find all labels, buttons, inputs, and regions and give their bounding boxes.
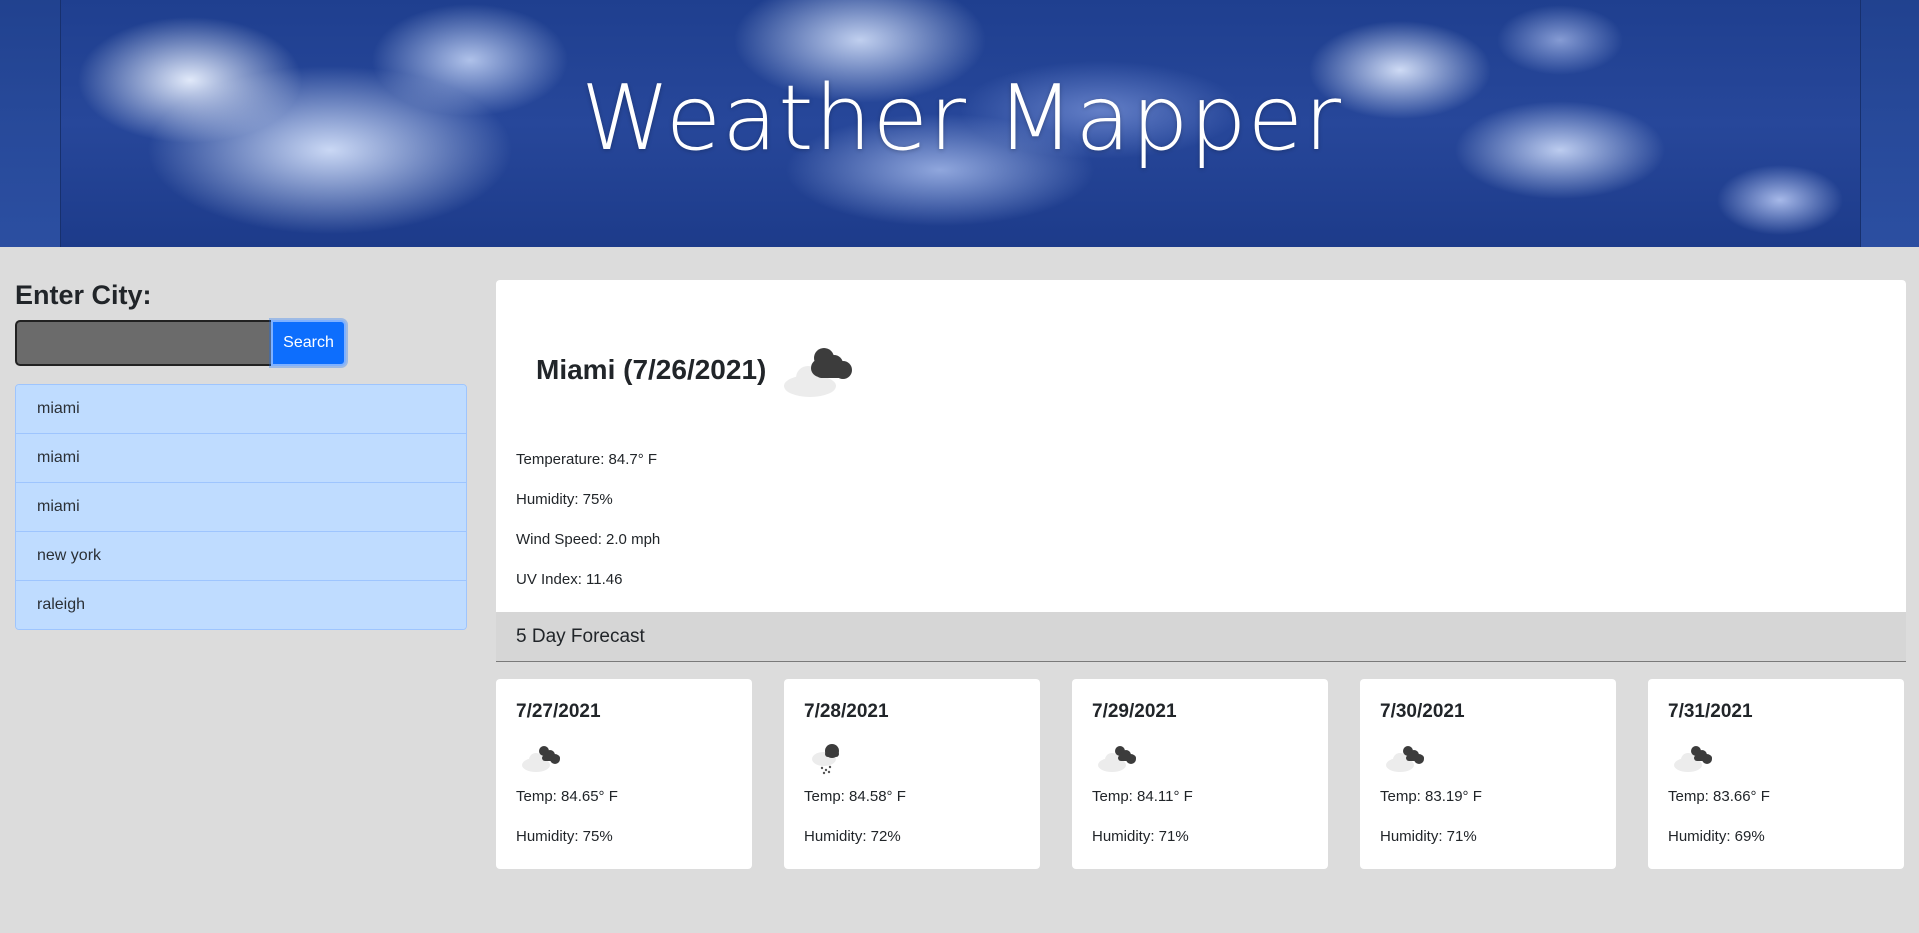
- history-item[interactable]: miami: [16, 483, 466, 532]
- forecast-date: 7/27/2021: [516, 701, 601, 722]
- search-button[interactable]: Search: [271, 320, 346, 366]
- forecast-card: 7/29/2021 Temp: 84.11° F Humidity: 71%: [1072, 679, 1328, 869]
- current-weather-header: Miami (7/26/2021): [536, 340, 856, 400]
- current-weather-panel: Miami (7/26/2021) Temperature: 84.7° F H…: [496, 280, 1906, 612]
- forecast-heading: 5 Day Forecast: [516, 626, 645, 647]
- search-form: Search: [15, 320, 346, 366]
- forecast-date: 7/28/2021: [804, 701, 889, 722]
- history-item[interactable]: miami: [16, 434, 466, 483]
- forecast-humidity: Humidity: 72%: [804, 828, 901, 845]
- forecast-humidity: Humidity: 75%: [516, 828, 613, 845]
- current-uv-index: UV Index: 11.46: [516, 571, 623, 588]
- history-item[interactable]: raleigh: [16, 581, 466, 629]
- history-item[interactable]: miami: [16, 385, 466, 434]
- forecast-card: 7/28/2021 Temp: 84.58° F Humidity: 72%: [784, 679, 1040, 869]
- page-title: Weather Mapper: [0, 66, 1919, 171]
- enter-city-label: Enter City:: [15, 280, 152, 310]
- cloudy-icon: [1098, 746, 1136, 772]
- forecast-temp: Temp: 84.58° F: [804, 788, 906, 805]
- forecast-card: 7/31/2021 Temp: 83.66° F Humidity: 69%: [1648, 679, 1904, 869]
- forecast-card: 7/30/2021 Temp: 83.19° F Humidity: 71%: [1360, 679, 1616, 869]
- rain-icon: [812, 744, 839, 775]
- forecast-humidity: Humidity: 71%: [1380, 828, 1477, 845]
- current-wind-speed: Wind Speed: 2.0 mph: [516, 531, 661, 548]
- forecast-date: 7/31/2021: [1668, 701, 1753, 722]
- forecast-humidity: Humidity: 71%: [1092, 828, 1189, 845]
- cloudy-icon: [1674, 746, 1712, 772]
- cloudy-icon: [784, 348, 853, 397]
- page-title-text: Weather Mapper: [581, 66, 1342, 171]
- cloudy-icon: [1386, 746, 1424, 772]
- city-search-input[interactable]: [15, 320, 271, 366]
- cloudy-icon: [522, 746, 560, 772]
- forecast-humidity: Humidity: 69%: [1668, 828, 1765, 845]
- forecast-date: 7/30/2021: [1380, 701, 1465, 722]
- current-temperature: Temperature: 84.7° F: [516, 451, 658, 468]
- forecast-temp: Temp: 84.65° F: [516, 788, 618, 805]
- header-banner: Weather Mapper: [0, 0, 1919, 247]
- forecast-heading-bar: 5 Day Forecast: [496, 612, 1906, 662]
- forecast-temp: Temp: 83.66° F: [1668, 788, 1770, 805]
- history-item[interactable]: new york: [16, 532, 466, 581]
- forecast-date: 7/29/2021: [1092, 701, 1177, 722]
- current-humidity: Humidity: 75%: [516, 491, 613, 508]
- forecast-card: 7/27/2021 Temp: 84.65° F Humidity: 75%: [496, 679, 752, 869]
- forecast-temp: Temp: 83.19° F: [1380, 788, 1482, 805]
- city-title: Miami (7/26/2021): [536, 354, 767, 385]
- forecast-temp: Temp: 84.11° F: [1092, 788, 1193, 805]
- search-history-list: miami miami miami new york raleigh: [15, 384, 467, 630]
